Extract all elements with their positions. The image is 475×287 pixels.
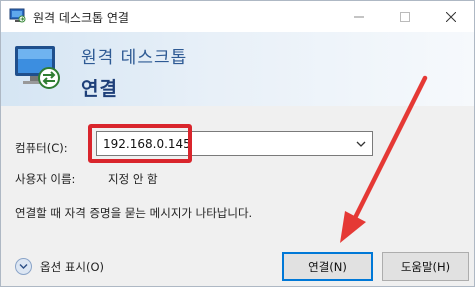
close-button[interactable]	[428, 1, 474, 32]
rdp-dialog: 원격 데스크톱 연결 원격 데스크톱 연결 컴퓨터(C): 192.168.0.…	[0, 0, 475, 287]
monitor-connection-icon	[15, 46, 60, 89]
connect-button[interactable]: 연결(N)	[282, 252, 373, 281]
ip-highlight-box	[88, 124, 192, 163]
header-banner: 원격 데스크톱 연결	[1, 32, 474, 106]
chevron-down-icon[interactable]	[356, 140, 366, 148]
show-options-toggle[interactable]: 옵션 표시(O)	[15, 258, 104, 275]
help-button[interactable]: 도움말(H)	[382, 252, 469, 281]
maximize-icon	[400, 11, 410, 22]
banner-subtitle: 원격 데스크톱	[81, 48, 188, 68]
maximize-button[interactable]	[382, 1, 428, 32]
close-icon	[446, 11, 456, 22]
credential-info-text: 연결할 때 자격 증명을 묻는 메시지가 나타납니다.	[15, 206, 253, 220]
user-value: 지정 안 함	[108, 172, 158, 186]
minimize-icon	[354, 16, 364, 17]
window-title: 원격 데스크톱 연결	[33, 11, 129, 25]
banner-title: 연결	[81, 78, 118, 100]
minimize-button[interactable]	[336, 1, 382, 32]
show-options-label[interactable]: 옵션 표시(O)	[40, 259, 104, 275]
computer-label: 컴퓨터(C):	[15, 141, 68, 155]
remote-desktop-icon	[9, 8, 26, 23]
user-label: 사용자 이름:	[15, 172, 76, 186]
expand-options-icon[interactable]	[15, 258, 32, 275]
title-bar: 원격 데스크톱 연결	[1, 1, 474, 32]
